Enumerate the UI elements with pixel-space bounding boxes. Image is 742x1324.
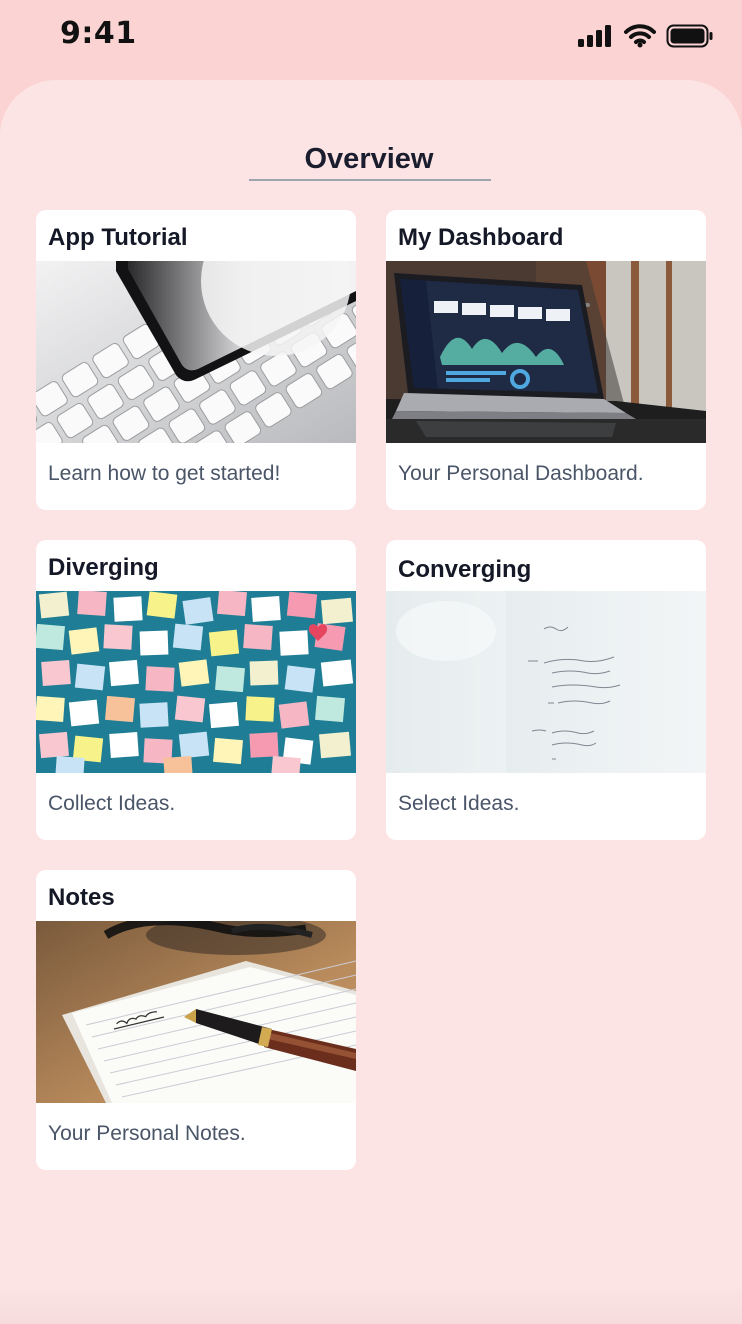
page-title: Overview xyxy=(304,143,434,175)
card-diverging[interactable]: Diverging Collect Ideas. xyxy=(36,540,356,840)
status-icons xyxy=(578,24,714,48)
status-time: 9:41 xyxy=(60,16,137,51)
battery-icon xyxy=(666,24,713,48)
card-my-dashboard[interactable]: My Dashboard Your Personal Dashboard. xyxy=(386,210,706,510)
card-description: Select Ideas. xyxy=(398,792,520,815)
card-title: Converging xyxy=(398,556,532,583)
card-title: App Tutorial xyxy=(48,224,188,251)
whiteboard-photo xyxy=(386,591,706,773)
card-title: Notes xyxy=(48,884,115,911)
card-description: Your Personal Dashboard. xyxy=(398,462,644,485)
card-title: Diverging xyxy=(48,554,159,581)
cellular-signal-icon xyxy=(578,25,611,47)
card-notes[interactable]: Notes Your Personal Notes. xyxy=(36,870,356,1170)
laptop-dashboard-photo xyxy=(386,261,706,443)
phone-on-keyboard-photo xyxy=(36,261,356,443)
card-converging[interactable]: Converging Select Ideas. xyxy=(386,540,706,840)
card-description: Learn how to get started! xyxy=(48,462,281,485)
wifi-icon xyxy=(624,24,656,48)
card-description: Collect Ideas. xyxy=(48,792,176,815)
card-description: Your Personal Notes. xyxy=(48,1122,246,1145)
title-underline xyxy=(249,179,491,181)
card-title: My Dashboard xyxy=(398,224,564,251)
notebook-and-pen-photo xyxy=(36,921,356,1103)
sticky-notes-wall-photo xyxy=(36,591,356,773)
status-bar: 9:41 xyxy=(0,0,742,80)
card-app-tutorial[interactable]: App Tutorial Learn how to get started! xyxy=(36,210,356,510)
